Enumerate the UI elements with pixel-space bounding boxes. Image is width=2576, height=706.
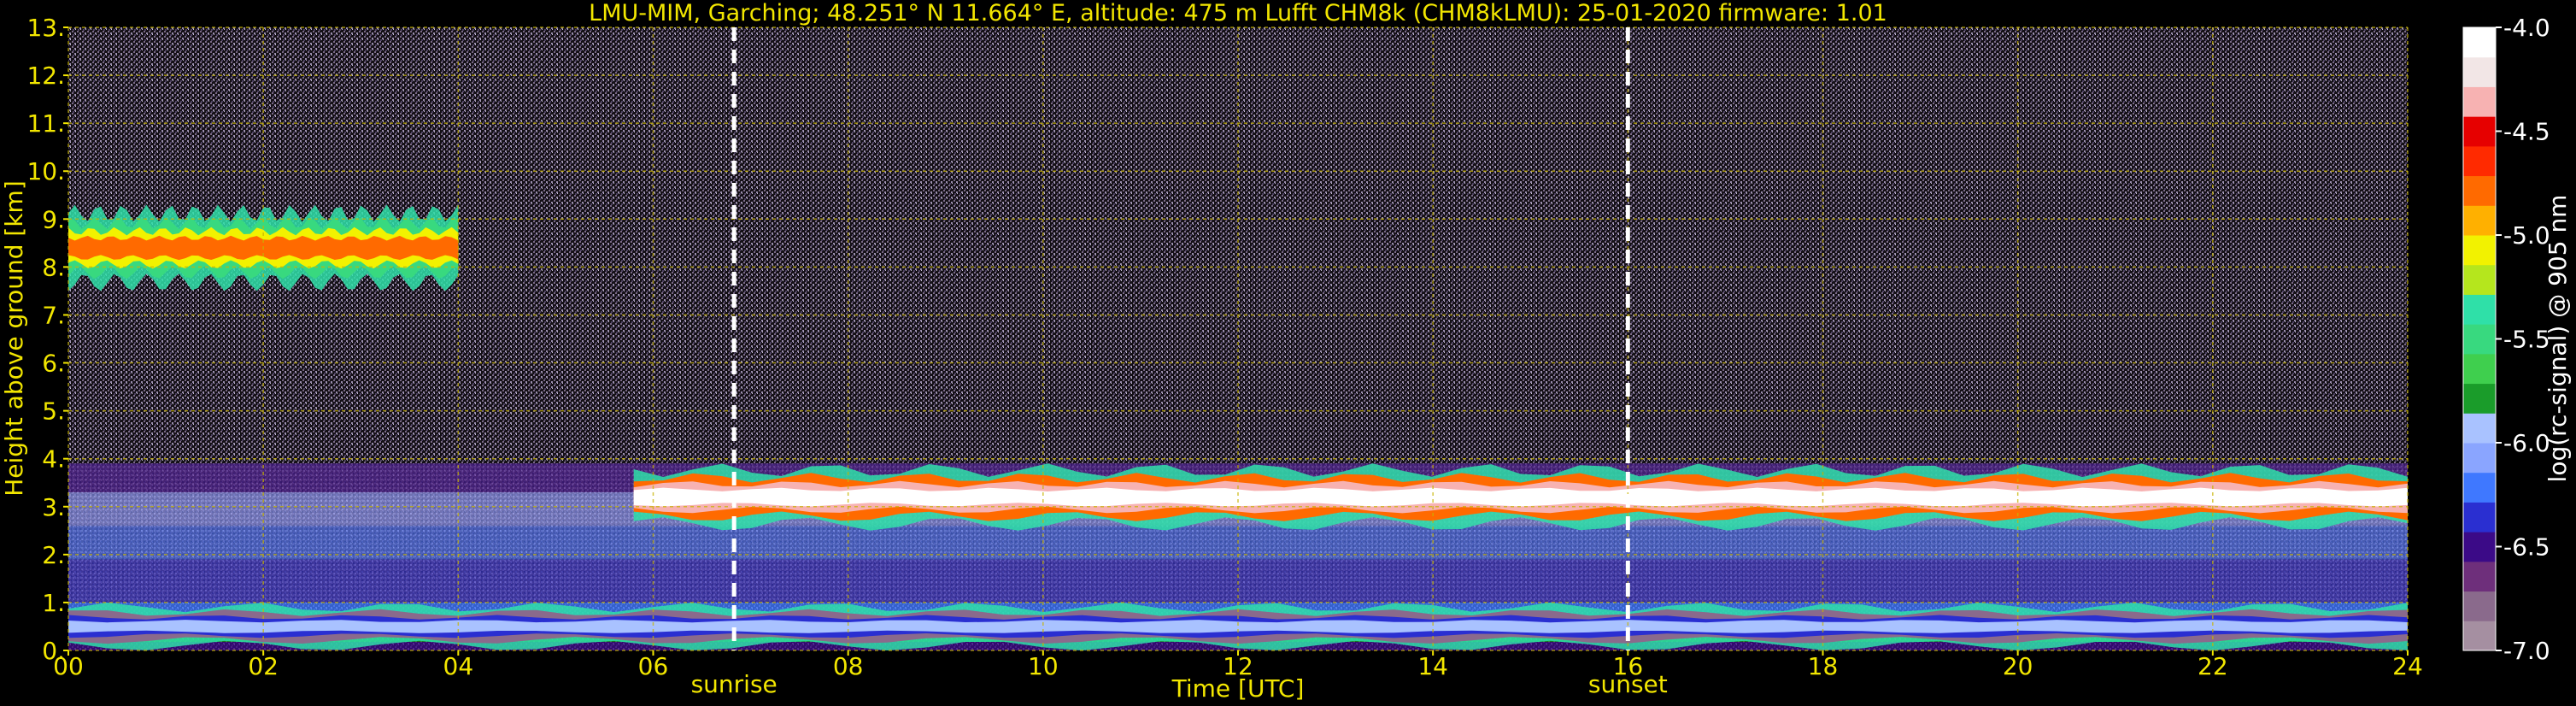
colorbar-segment [2463, 472, 2496, 503]
colorbar-segment [2463, 205, 2496, 236]
colorbar-segment [2463, 116, 2496, 147]
plot-area: sunrise sunset [67, 26, 2409, 698]
colorbar-segment [2463, 353, 2496, 385]
y-tick-label: 4. [42, 445, 65, 474]
colorbar-segment [2463, 324, 2496, 355]
x-tick-label: 16 [1613, 652, 1644, 680]
y-tick-label: 10. [26, 157, 65, 185]
colorbar-segment [2463, 27, 2496, 58]
colorbar-tick-label: -7.0 [2503, 637, 2550, 665]
y-tick-label: 13. [26, 14, 65, 42]
y-tick-label: 12. [26, 62, 65, 90]
y-axis-label: Height above ground [km] [0, 180, 28, 497]
colorbar-tick-label: -6.5 [2503, 533, 2550, 562]
colorbar-segment [2463, 175, 2496, 206]
x-tick-label: 06 [638, 652, 669, 680]
colorbar-segment [2463, 502, 2496, 532]
x-tick-label: 14 [1417, 652, 1448, 680]
x-axis-label: Time [UTC] [1171, 674, 1305, 703]
x-tick-label: 18 [1808, 652, 1839, 680]
colorbar-segment [2463, 591, 2496, 621]
y-tick-label: 8. [42, 253, 65, 281]
colorbar-tick-label: -4.5 [2503, 118, 2550, 146]
colorbar-segment [2463, 532, 2496, 562]
colorbar-segment [2463, 383, 2496, 414]
colorbar-segment [2463, 145, 2496, 177]
y-tick-label: 9. [42, 205, 65, 233]
x-tick-label: 24 [2392, 652, 2423, 680]
y-tick-label: 1. [42, 589, 65, 617]
x-tick-label: 22 [2198, 652, 2228, 680]
x-tick-label: 20 [2003, 652, 2033, 680]
colorbar-segment [2463, 294, 2496, 325]
colorbar-segment [2463, 264, 2496, 295]
x-tick-label: 04 [443, 652, 474, 680]
colorbar-segment [2463, 621, 2496, 651]
y-tick-label: 7. [42, 301, 65, 329]
y-tick-label: 3. [42, 493, 65, 521]
ceilometer-chart: sunrise sunset 00 02 04 06 08 10 12 14 16 18 20 22 24… [0, 0, 2572, 703]
x-tick-label: 08 [833, 652, 864, 680]
colorbar-label: log(rc-signal) @ 905 nm [2544, 195, 2572, 483]
sunrise-label: sunrise [691, 670, 777, 698]
colorbar-segment [2463, 413, 2496, 444]
colorbar-segment [2463, 561, 2496, 592]
colorbar-segment [2463, 56, 2496, 87]
y-tick-label: 5. [42, 397, 65, 426]
y-tick-label: 6. [42, 350, 65, 378]
y-tick-label: 0. [42, 637, 65, 665]
chart-title: LMU-MIM, Garching; 48.251° N 11.664° E, … [589, 0, 1887, 26]
colorbar-tick-label: -4.0 [2503, 14, 2550, 42]
colorbar-segment [2463, 86, 2496, 117]
x-tick-label: 10 [1028, 652, 1059, 680]
colorbar: -4.0-4.5-5.0-5.5-6.0-6.5-7.0 [2462, 14, 2550, 665]
colorbar-segment [2463, 443, 2496, 474]
x-tick-label: 02 [248, 652, 279, 680]
y-tick-label: 2. [42, 541, 65, 569]
colorbar-segment [2463, 235, 2496, 266]
y-axis-ticks: 0. 1. 2. 3. 4. 5. 6. 7. 8. 9. 10. 11. 12. 13. [26, 14, 68, 665]
y-tick-label: 11. [26, 109, 65, 138]
